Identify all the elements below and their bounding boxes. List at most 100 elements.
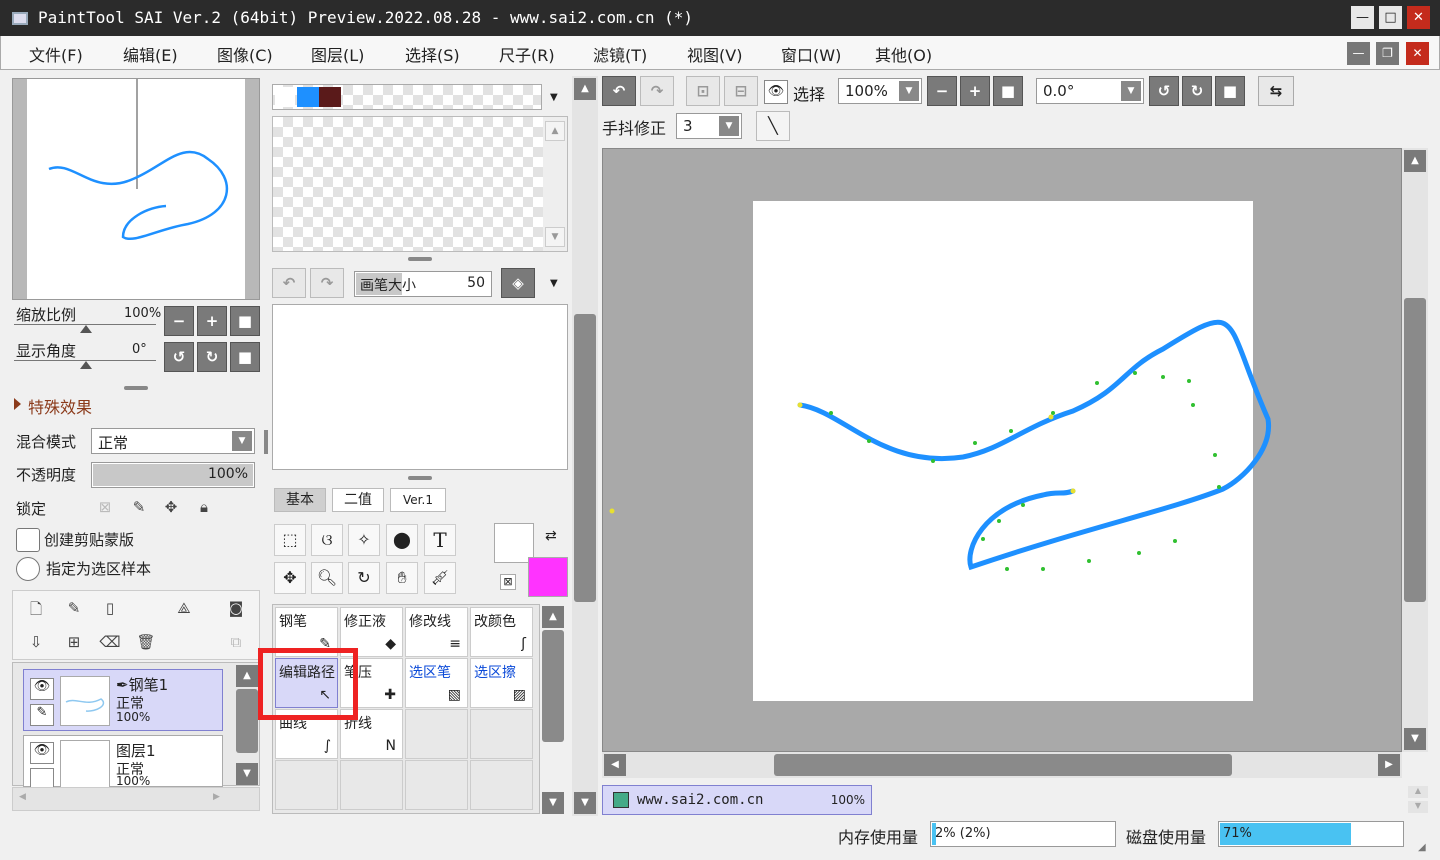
tool-selection-eraser[interactable]: 选区擦 ▨ — [470, 658, 533, 708]
clear-layer-icon[interactable]: ⌫ — [99, 633, 121, 651]
clipping-mask-checkbox[interactable] — [16, 528, 40, 552]
vector-path-layer[interactable] — [603, 149, 1401, 751]
hand-icon[interactable]: ✋︎ — [386, 562, 418, 594]
layers-scroll-up[interactable]: ▲ — [236, 665, 258, 687]
expand-arrow-icon[interactable] — [14, 398, 21, 410]
menu-filter[interactable]: 滤镜(T) — [593, 42, 647, 66]
mdi-minimize-button[interactable]: — — [1347, 42, 1370, 65]
middle-scrollbar-thumb[interactable] — [574, 314, 596, 602]
stabilizer-select[interactable]: 3 ▼ — [676, 113, 742, 139]
canvas-zoom-out-button[interactable]: − — [927, 76, 957, 106]
zoom-in-button[interactable]: + — [197, 306, 227, 336]
swatch-white[interactable] — [275, 87, 295, 107]
canvas-angle-select[interactable]: 0.0° ▼ — [1036, 78, 1144, 104]
canvas-zoom-in-button[interactable]: + — [960, 76, 990, 106]
tools-scroll-down[interactable]: ▼ — [542, 792, 564, 814]
lock-paint-icon[interactable]: ✎ — [128, 498, 150, 516]
trash-icon[interactable]: 🗑︎ — [135, 633, 157, 651]
new-layer-icon[interactable]: 🗋 — [25, 599, 47, 624]
lock-move-icon[interactable]: ✥ — [160, 498, 182, 516]
swap-colors-icon[interactable]: ⇄ — [545, 528, 557, 544]
angle-slider-handle[interactable] — [80, 361, 92, 369]
new-vector-icon[interactable]: ⟁ — [173, 599, 195, 617]
menu-layer[interactable]: 图层(L) — [311, 42, 364, 66]
palette-scroll-down[interactable]: ▼ — [545, 227, 565, 247]
canvas-v-scrollbar[interactable]: ▲ ▼ — [1402, 148, 1428, 752]
rotate-right-button[interactable]: ↻ — [197, 342, 227, 372]
tabs-scroll-down[interactable]: ▼ — [1408, 801, 1428, 813]
color-palette[interactable]: ▲ ▼ — [272, 116, 568, 252]
scroll-left-icon[interactable]: ◀ — [19, 792, 26, 802]
canvas-rotate-left-button[interactable]: ↺ — [1149, 76, 1179, 106]
new-pen-layer-icon[interactable]: ✎ — [63, 599, 85, 617]
canvas-zoom-reset-button[interactable]: ■ — [993, 76, 1023, 106]
shape-icon[interactable]: ⬤ — [386, 524, 418, 556]
zoom-out-button[interactable]: − — [164, 306, 194, 336]
tool-modify-line[interactable]: 修改线 ≡ — [405, 607, 468, 657]
color-swatch-bar[interactable] — [272, 84, 542, 110]
tab-binary[interactable]: 二值 — [332, 488, 384, 512]
swatch-blue[interactable] — [297, 87, 319, 107]
swatch-dropdown-icon[interactable]: ▼ — [550, 92, 558, 103]
zoom-reset-button[interactable]: ■ — [230, 306, 260, 336]
tools-scroll-up[interactable]: ▲ — [542, 606, 564, 628]
eraser-toggle-button[interactable]: ◈ — [501, 268, 535, 298]
middle-scroll-down[interactable]: ▼ — [574, 792, 596, 814]
flip-horizontal-button[interactable]: ⇆ — [1258, 76, 1294, 106]
swatch-dark-red[interactable] — [319, 87, 341, 107]
copy-layer-icon[interactable]: ⊞ — [63, 633, 85, 651]
tab-ver1[interactable]: Ver.1 — [390, 488, 446, 512]
brush-size-field[interactable]: 画笔大小 50 — [354, 271, 492, 297]
merge-down-icon[interactable]: ⇩ — [25, 633, 47, 651]
move-icon[interactable]: ✥ — [274, 562, 306, 594]
selection-sample-radio[interactable] — [16, 557, 40, 581]
mdi-close-button[interactable]: ✕ — [1406, 42, 1429, 65]
layer-link-box[interactable] — [30, 768, 54, 788]
canvas-rotate-reset-button[interactable]: ■ — [1215, 76, 1245, 106]
layer-item[interactable]: 👁︎ ✎ ✒︎钢笔1 正常 100% — [23, 669, 223, 731]
layers-h-scrollbar[interactable]: ◀ ▶ — [12, 787, 260, 811]
middle-scrollbar[interactable]: ▲ ▼ — [572, 76, 598, 816]
middle-scroll-up[interactable]: ▲ — [574, 78, 596, 100]
menu-image[interactable]: 图像(C) — [217, 42, 273, 66]
layers-scrollbar-thumb[interactable] — [236, 689, 258, 753]
tab-basic[interactable]: 基本 — [274, 488, 326, 512]
zoom-tool-icon[interactable]: 🔍︎ — [311, 562, 343, 594]
left-panel-splitter[interactable] — [264, 430, 268, 454]
menu-file[interactable]: 文件(F) — [29, 42, 83, 66]
canvas-rotate-right-button[interactable]: ↻ — [1182, 76, 1212, 106]
transparent-color-icon[interactable]: ⊠ — [500, 574, 516, 590]
layer-item[interactable]: 👁︎ 图层1 正常 100% — [23, 735, 223, 788]
pencil-icon[interactable]: ✎ — [30, 704, 54, 726]
eye-icon[interactable]: 👁︎ — [30, 678, 54, 700]
menu-edit[interactable]: 编辑(E) — [123, 42, 178, 66]
document-tab[interactable]: www.sai2.com.cn 100% — [602, 785, 872, 815]
eye-icon[interactable]: 👁︎ — [764, 80, 788, 104]
canvas-h-thumb[interactable] — [774, 754, 1232, 776]
palette-splitter[interactable] — [408, 257, 432, 261]
maximize-button[interactable]: □ — [1379, 6, 1402, 29]
line-mode-button[interactable]: ╲ — [756, 111, 790, 141]
brush-prev-button[interactable]: ↶ — [272, 268, 306, 298]
brush-dropdown-icon[interactable]: ▼ — [550, 278, 558, 289]
special-effects-label[interactable]: 特殊效果 — [28, 394, 92, 418]
brush-splitter[interactable] — [408, 476, 432, 480]
canvas-scroll-left[interactable]: ◀ — [604, 754, 626, 776]
menu-ruler[interactable]: 尺子(R) — [499, 42, 555, 66]
canvas-scroll-up[interactable]: ▲ — [1404, 150, 1426, 172]
resize-grip-icon[interactable]: ◢ — [1418, 842, 1426, 853]
canvas-viewport[interactable] — [602, 148, 1402, 752]
layer-mask-icon[interactable]: ◙ — [225, 599, 247, 617]
lock-all-icon[interactable]: 🔒︎ — [193, 498, 215, 516]
mdi-restore-button[interactable]: ❐ — [1376, 42, 1399, 65]
rotate-left-button[interactable]: ↺ — [164, 342, 194, 372]
magic-wand-icon[interactable]: ✧ — [348, 524, 380, 556]
text-tool-icon[interactable]: T — [424, 524, 456, 556]
canvas-v-thumb[interactable] — [1404, 298, 1426, 602]
menu-select[interactable]: 选择(S) — [405, 42, 460, 66]
rect-select-icon[interactable]: ⬚ — [274, 524, 306, 556]
menu-view[interactable]: 视图(V) — [687, 42, 742, 66]
rotate-tool-icon[interactable]: ↻ — [348, 562, 380, 594]
close-button[interactable]: ✕ — [1407, 6, 1430, 29]
invert-selection-button[interactable]: ⊟ — [724, 76, 758, 106]
